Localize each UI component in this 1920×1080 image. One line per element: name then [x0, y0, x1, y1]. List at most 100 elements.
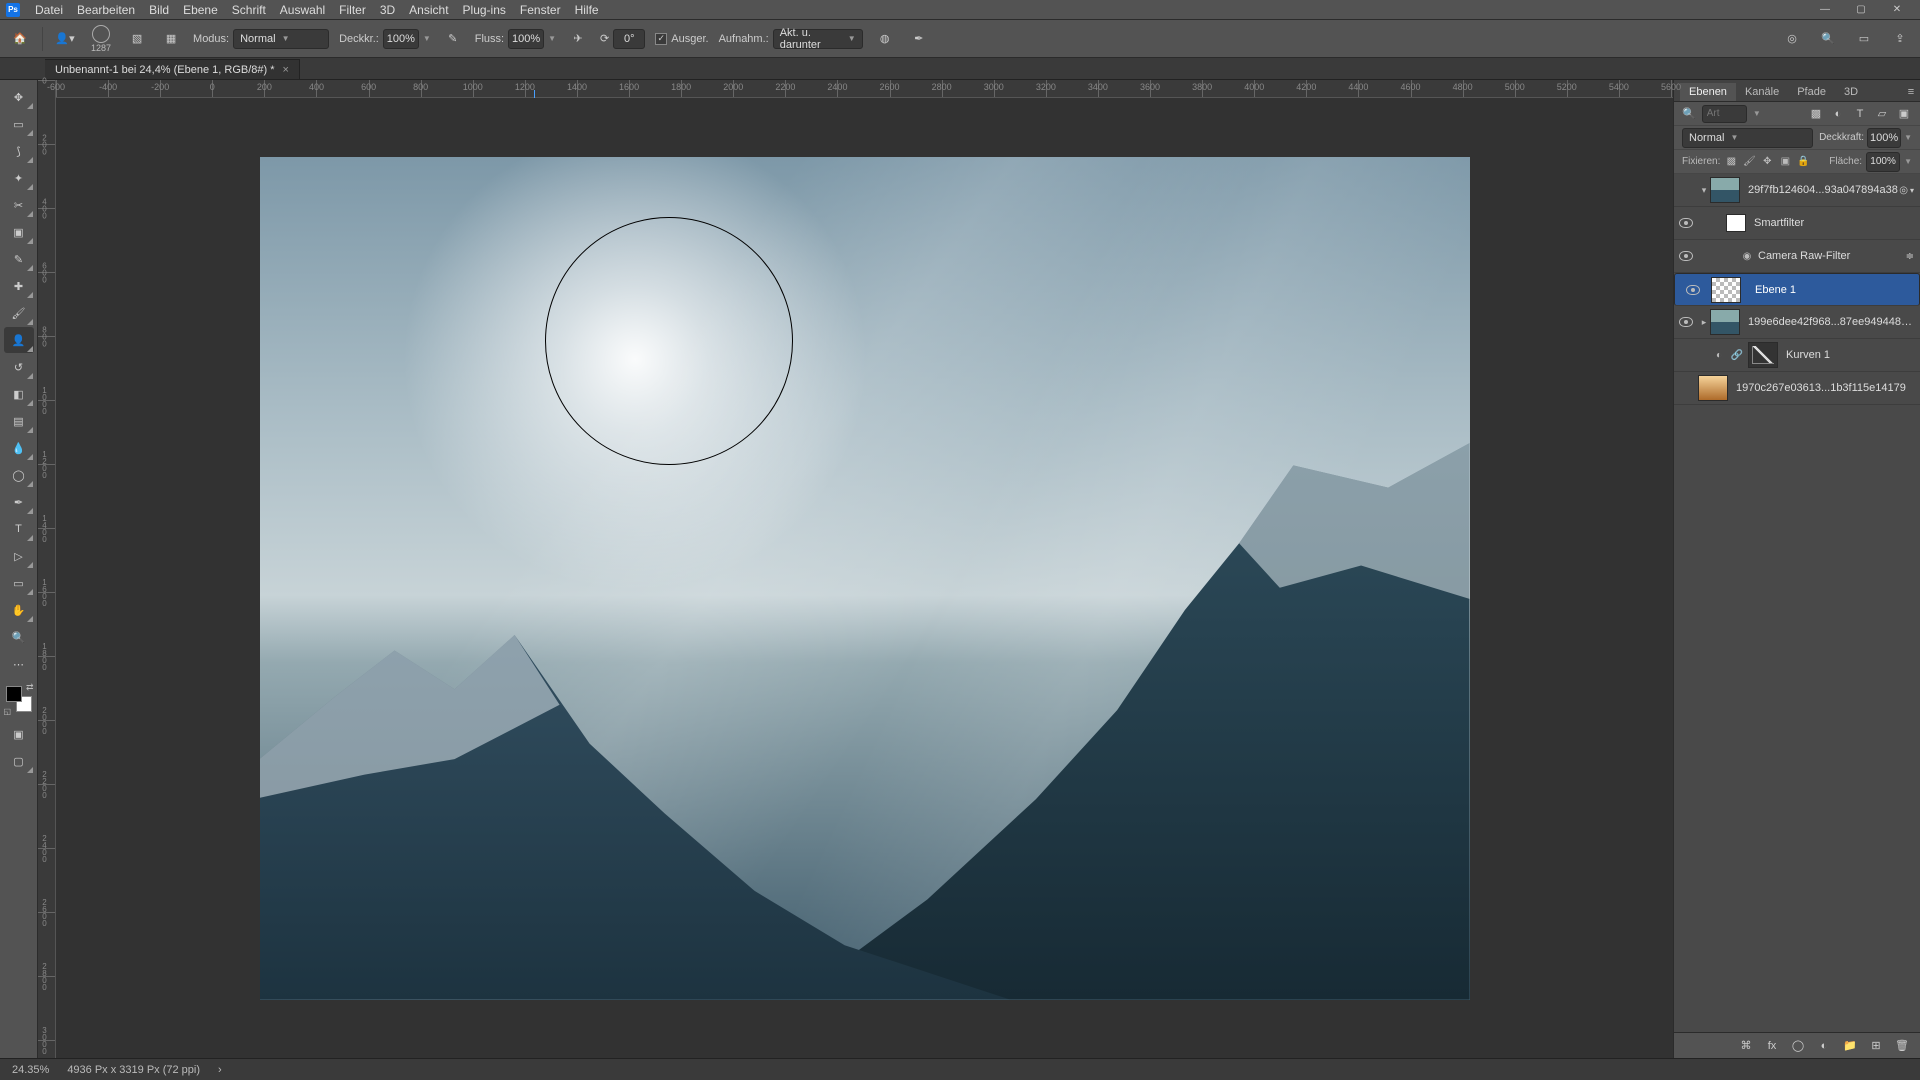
- pen-tool[interactable]: ✒: [4, 489, 34, 515]
- aligned-checkbox[interactable]: ✓ Ausger.: [655, 33, 708, 45]
- brush-tool[interactable]: 🖌: [4, 300, 34, 326]
- vertical-ruler[interactable]: 0200400600800100012001400160018002000220…: [38, 80, 56, 1058]
- layer-crf[interactable]: ◉Camera Raw-Filter≑: [1674, 240, 1920, 273]
- layer-visibility-toggle[interactable]: [1674, 251, 1698, 261]
- panel-menu-icon[interactable]: ≡: [1902, 83, 1920, 101]
- move-tool[interactable]: ✥: [4, 84, 34, 110]
- menu-ansicht[interactable]: Ansicht: [402, 1, 455, 19]
- eyedropper-tool[interactable]: ✎: [4, 246, 34, 272]
- layer-filter-input[interactable]: [1702, 105, 1747, 123]
- status-zoom[interactable]: 24.35%: [12, 1064, 49, 1076]
- menu-fenster[interactable]: Fenster: [513, 1, 568, 19]
- layer-visibility-toggle[interactable]: [1681, 285, 1705, 295]
- panel-tab-kanäle[interactable]: Kanäle: [1736, 83, 1788, 101]
- document-tab[interactable]: Unbenannt-1 bei 24,4% (Ebene 1, RGB/8#) …: [45, 59, 300, 79]
- adjustment-layer-icon[interactable]: ◐: [1816, 1038, 1832, 1054]
- status-arrow[interactable]: ›: [218, 1064, 222, 1076]
- clone-stamp-tool[interactable]: 👤: [4, 327, 34, 353]
- filter-pixel-icon[interactable]: ▩: [1808, 106, 1824, 122]
- healing-tool[interactable]: ✚: [4, 273, 34, 299]
- marquee-tool[interactable]: ▭: [4, 111, 34, 137]
- pressure-opacity-toggle[interactable]: ✎: [441, 27, 465, 51]
- filter-adjust-icon[interactable]: ◐: [1830, 106, 1846, 122]
- lock-position-icon[interactable]: ✥: [1760, 155, 1774, 169]
- window-minimize[interactable]: —: [1808, 0, 1842, 20]
- lasso-tool[interactable]: ⟆: [4, 138, 34, 164]
- path-select-tool[interactable]: ▷: [4, 543, 34, 569]
- layer-e1[interactable]: Ebene 1: [1674, 273, 1920, 306]
- brush-preset-picker[interactable]: 1287: [91, 25, 111, 53]
- menu-datei[interactable]: Datei: [28, 1, 70, 19]
- swap-colors-icon[interactable]: ⇄: [26, 682, 34, 693]
- panel-tab-pfade[interactable]: Pfade: [1788, 83, 1835, 101]
- workspace-switcher[interactable]: ▭: [1852, 27, 1876, 51]
- menu-schrift[interactable]: Schrift: [225, 1, 273, 19]
- share-icon[interactable]: ⇪: [1888, 27, 1912, 51]
- frame-tool[interactable]: ▣: [4, 219, 34, 245]
- flow-field[interactable]: 100%: [508, 29, 544, 49]
- foreground-color[interactable]: [6, 686, 22, 702]
- lock-transparency-icon[interactable]: ▩: [1724, 155, 1738, 169]
- window-maximize[interactable]: ▢: [1844, 0, 1878, 20]
- delete-layer-icon[interactable]: 🗑: [1894, 1038, 1910, 1054]
- tool-preset-picker[interactable]: 👤▾: [53, 27, 77, 51]
- blend-mode-select[interactable]: Normal▼: [233, 29, 329, 49]
- gradient-tool[interactable]: ▤: [4, 408, 34, 434]
- lock-pixels-icon[interactable]: 🖌: [1742, 155, 1756, 169]
- layer-mask-icon[interactable]: ◯: [1790, 1038, 1806, 1054]
- panel-tab-3d[interactable]: 3D: [1835, 83, 1867, 101]
- ignore-adjustment-toggle[interactable]: ◍: [873, 27, 897, 51]
- menu-filter[interactable]: Filter: [332, 1, 373, 19]
- cloud-docs-icon[interactable]: ◎: [1780, 27, 1804, 51]
- angle-field[interactable]: 0°: [613, 29, 645, 49]
- layer-fill-field[interactable]: 100%: [1866, 152, 1900, 172]
- panel-tab-ebenen[interactable]: Ebenen: [1680, 83, 1736, 101]
- menu-auswahl[interactable]: Auswahl: [273, 1, 332, 19]
- filter-shape-icon[interactable]: ▱: [1874, 106, 1890, 122]
- screenmode-toggle[interactable]: ▢: [4, 748, 34, 774]
- layer-visibility-toggle[interactable]: [1674, 218, 1698, 228]
- eraser-tool[interactable]: ◧: [4, 381, 34, 407]
- dodge-tool[interactable]: ◯: [4, 462, 34, 488]
- menu-hilfe[interactable]: Hilfe: [568, 1, 606, 19]
- status-dimensions[interactable]: 4936 Px x 3319 Px (72 ppi): [67, 1064, 200, 1076]
- menu-3d[interactable]: 3D: [373, 1, 402, 19]
- quickmask-toggle[interactable]: ▣: [4, 721, 34, 747]
- quick-select-tool[interactable]: ✦: [4, 165, 34, 191]
- new-layer-icon[interactable]: ⊞: [1868, 1038, 1884, 1054]
- sample-select[interactable]: Akt. u. darunter▼: [773, 29, 863, 49]
- layer-so2[interactable]: ▸199e6dee42f968...87ee94944802d: [1674, 306, 1920, 339]
- shape-tool[interactable]: ▭: [4, 570, 34, 596]
- layer-kv[interactable]: ◐🔗Kurven 1: [1674, 339, 1920, 372]
- tab-close-icon[interactable]: ×: [283, 64, 289, 76]
- filter-type-icon[interactable]: T: [1852, 106, 1868, 122]
- horizontal-ruler[interactable]: -600-400-2000200400600800100012001400160…: [56, 80, 1673, 98]
- blur-tool[interactable]: 💧: [4, 435, 34, 461]
- menu-plug-ins[interactable]: Plug-ins: [456, 1, 513, 19]
- type-tool[interactable]: T: [4, 516, 34, 542]
- filter-smart-icon[interactable]: ▣: [1896, 106, 1912, 122]
- layer-so3[interactable]: 1970c267e03613...1b3f115e14179: [1674, 372, 1920, 405]
- history-brush-tool[interactable]: ↺: [4, 354, 34, 380]
- edit-toolbar[interactable]: ⋯: [4, 651, 34, 677]
- lock-all-icon[interactable]: 🔒: [1796, 155, 1810, 169]
- brush-panel-toggle[interactable]: ▧: [125, 27, 149, 51]
- new-group-icon[interactable]: 📁: [1842, 1038, 1858, 1054]
- pressure-size-toggle[interactable]: ✒: [907, 27, 931, 51]
- window-close[interactable]: ✕: [1880, 0, 1914, 20]
- layer-sf[interactable]: Smartfilter: [1674, 207, 1920, 240]
- layer-opacity-field[interactable]: 100%: [1867, 128, 1901, 148]
- lock-artboard-icon[interactable]: ▣: [1778, 155, 1792, 169]
- menu-bild[interactable]: Bild: [142, 1, 176, 19]
- opacity-field[interactable]: 100%: [383, 29, 419, 49]
- zoom-tool[interactable]: 🔍: [4, 624, 34, 650]
- layer-blendmode-select[interactable]: Normal▼: [1682, 128, 1813, 148]
- menu-ebene[interactable]: Ebene: [176, 1, 225, 19]
- color-swatches[interactable]: ⇄ ◱: [4, 684, 34, 714]
- layer-so1[interactable]: ▾29f7fb124604...93a047894a38◎▾: [1674, 174, 1920, 207]
- home-button[interactable]: 🏠: [8, 27, 32, 51]
- layer-visibility-toggle[interactable]: [1674, 317, 1698, 327]
- menu-bearbeiten[interactable]: Bearbeiten: [70, 1, 142, 19]
- airbrush-toggle[interactable]: ✈: [566, 27, 590, 51]
- search-icon[interactable]: 🔍: [1816, 27, 1840, 51]
